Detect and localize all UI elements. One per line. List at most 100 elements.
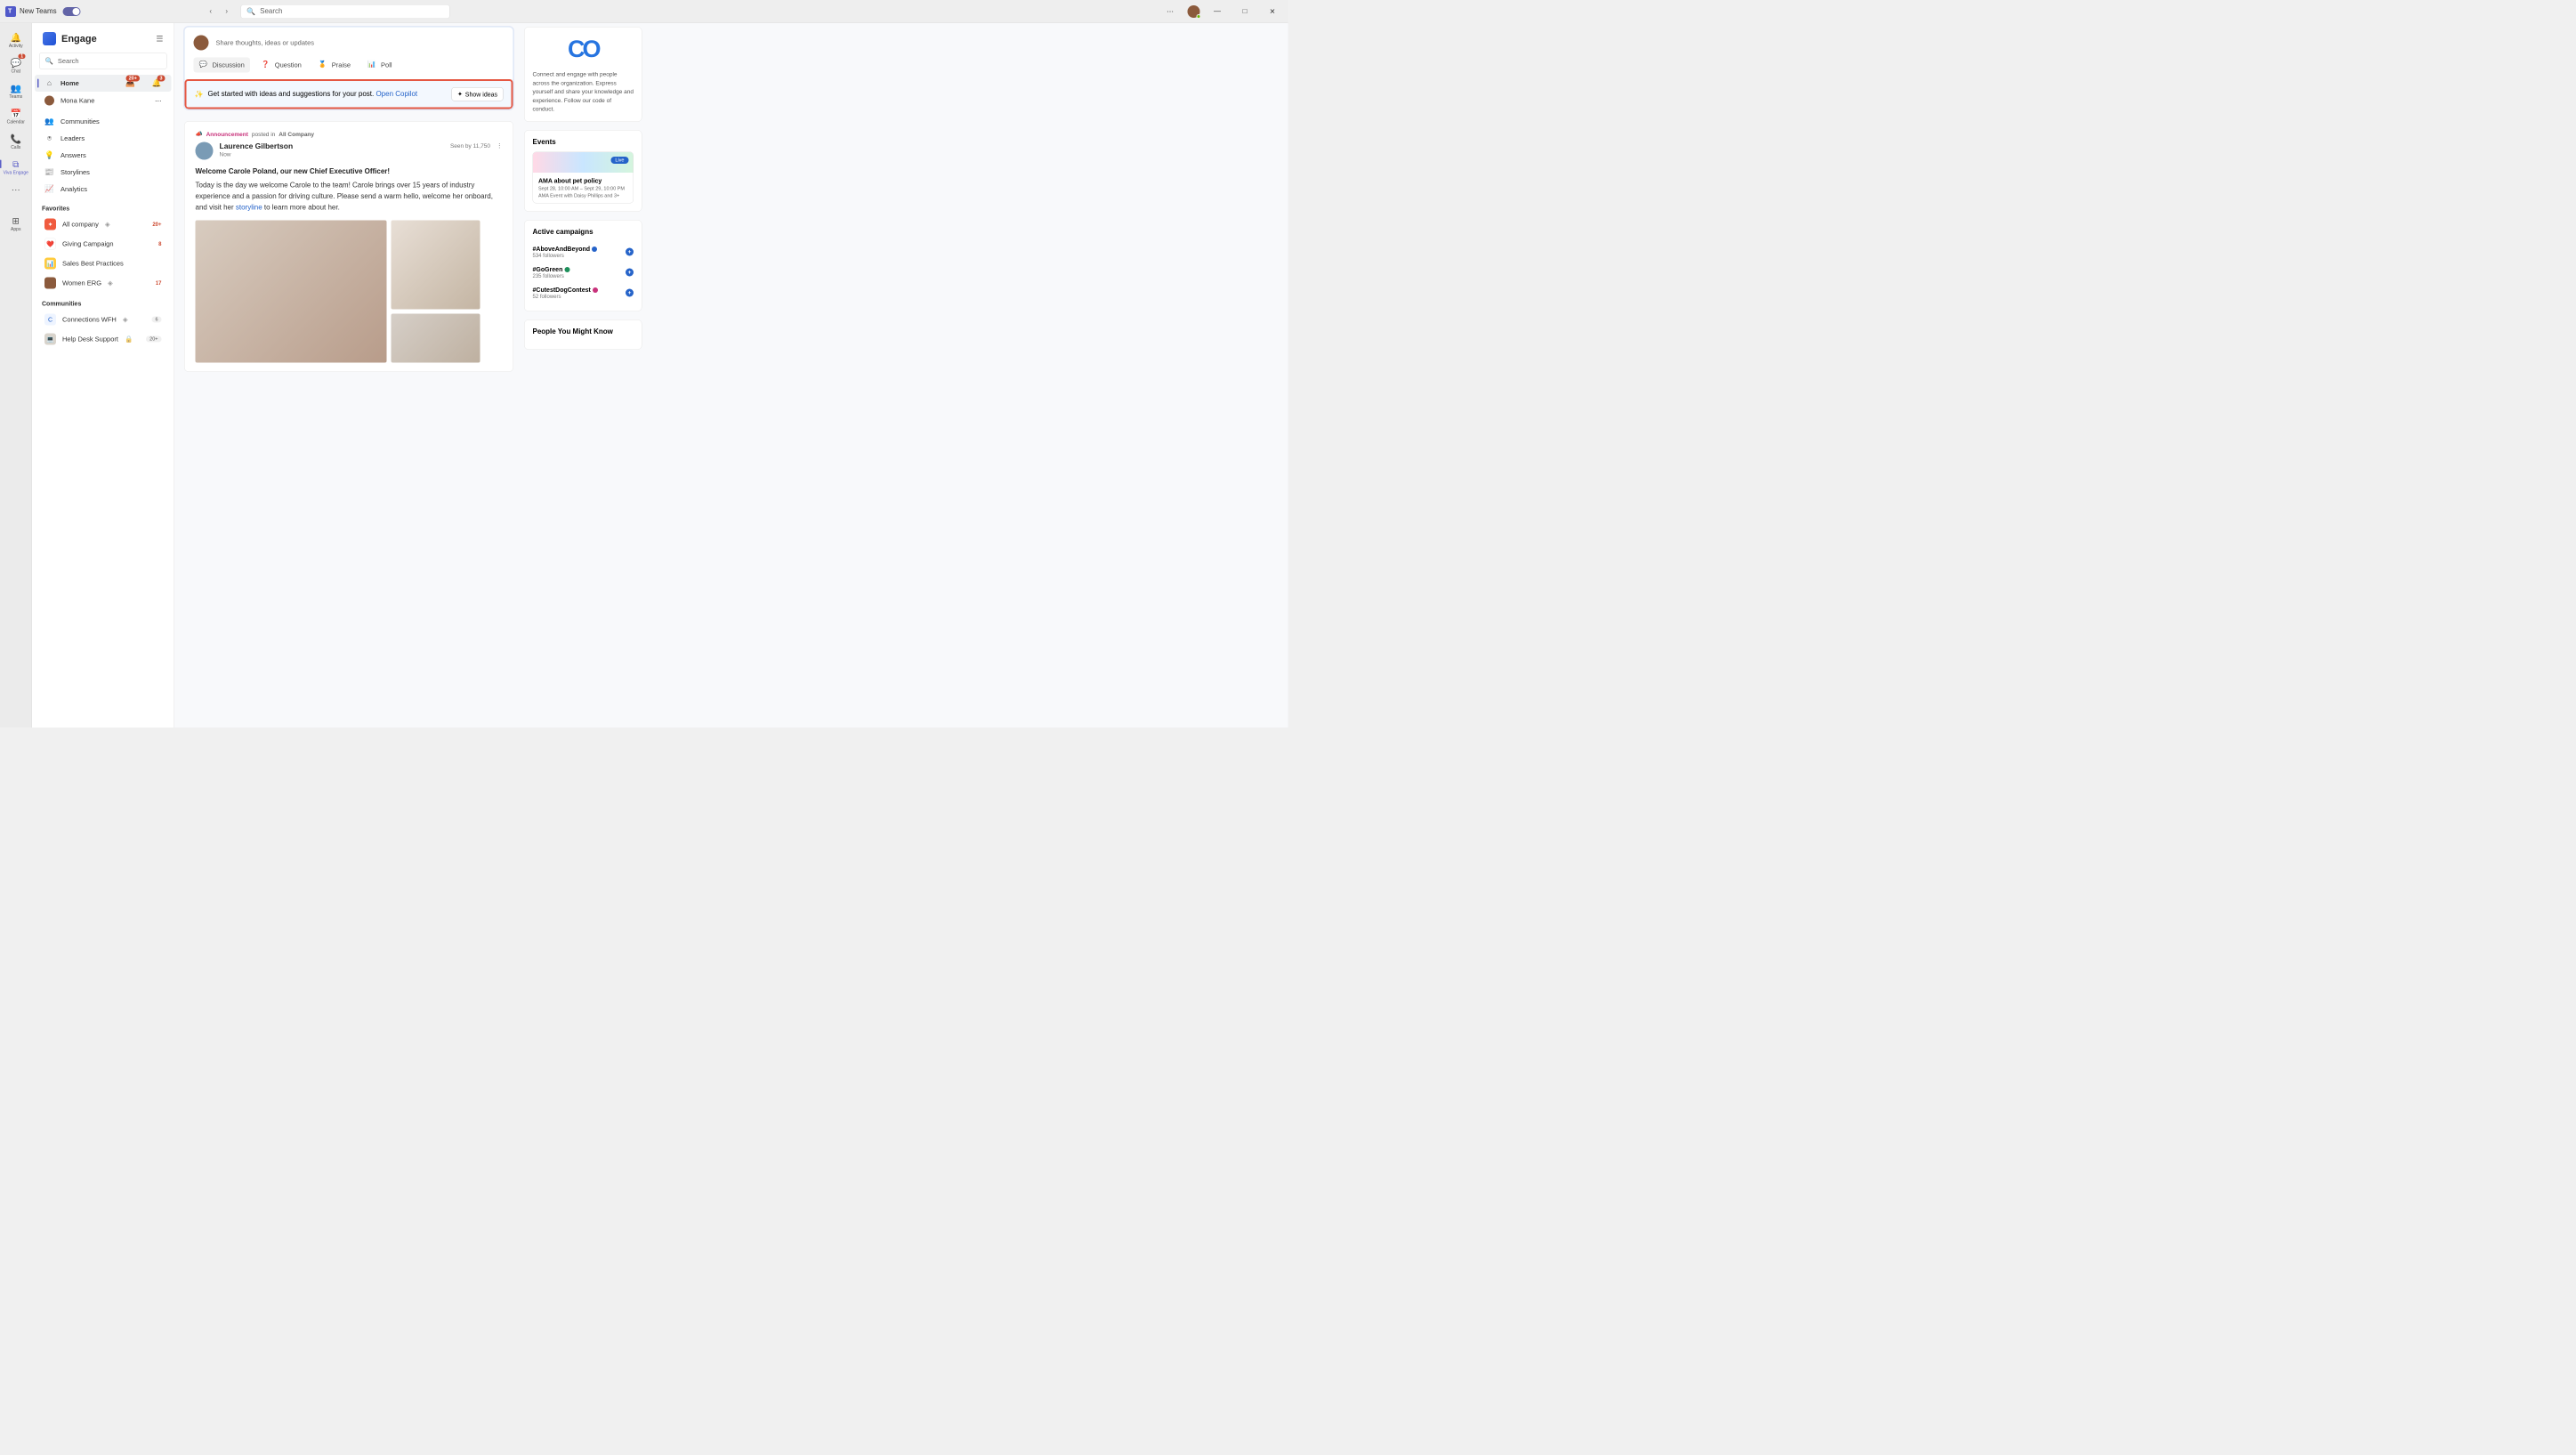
chat-badge: 1 [19,54,26,60]
nav-storylines[interactable]: 📰Storylines [35,164,172,181]
people-card: People You Might Know [524,319,642,350]
engage-search-input[interactable]: 🔍 Search [39,53,167,69]
storyline-link[interactable]: storyline [236,204,262,212]
comm-connections-wfh[interactable]: CConnections WFH ◈6 [35,310,172,329]
chat-icon: 💬 [0,58,32,69]
events-card: Events Live AMA about pet policy Sept 28… [524,130,642,212]
tab-discussion[interactable]: 💬Discussion [194,58,250,73]
search-placeholder: Search [260,7,282,15]
compose-card: Share thoughts, ideas or updates 💬Discus… [184,27,513,109]
nav-profile[interactable]: Mona Kane ⋯ [35,92,172,109]
avatar-icon [44,96,54,106]
campaigns-card: Active campaigns #AboveAndBeyond534 foll… [524,220,642,311]
community-square-icon: ✦ [44,219,56,230]
follow-button[interactable]: + [626,288,634,296]
verified-icon: ◈ [108,279,113,287]
tab-question[interactable]: ❓Question [256,58,307,73]
rail-teams[interactable]: 👥Teams [0,79,32,103]
right-rail: CO Connect and engage with people across… [524,27,642,724]
nav-history: ‹ › [204,4,234,19]
more-icon[interactable]: ⋯ [155,97,162,105]
comm-help-desk[interactable]: 💻Help Desk Support 🔒20+ [35,329,172,349]
rail-calendar[interactable]: 📅Calendar [0,105,32,129]
post-image[interactable] [392,314,480,363]
campaign-item[interactable]: #CutestDogContest52 followers + [533,282,634,303]
nav-communities[interactable]: 👥Communities [35,113,172,130]
post-image[interactable] [392,221,480,310]
fav-giving[interactable]: ❤️Giving Campaign8 [35,234,172,254]
rail-more[interactable]: ⋯ [0,181,32,199]
title-bar: New Teams ‹ › 🔍 Search ⋯ ― □ ✕ [0,0,1288,23]
event-item[interactable]: Live AMA about pet policy Sept 28, 10:00… [533,151,634,203]
teams-logo-icon [5,6,16,17]
forward-button[interactable]: › [220,4,234,19]
tab-praise[interactable]: 🏅Praise [313,58,356,73]
feed-column: Share thoughts, ideas or updates 💬Discus… [184,27,513,724]
people-header: People You Might Know [533,327,634,335]
post-body: Today is the day we welcome Carole to th… [196,181,503,214]
nav-analytics[interactable]: 📈Analytics [35,181,172,198]
feed-post: 📣 Announcement posted in All Company Lau… [184,121,513,372]
post-community-link[interactable]: All Company [279,131,314,138]
nav-answers[interactable]: 💡Answers [35,147,172,164]
back-button[interactable]: ‹ [204,4,218,19]
event-date: Sept 28, 10:00 AM – Sept 29, 10:00 PM [538,186,628,191]
people-icon: 👥 [0,83,32,94]
discussion-icon: 💬 [199,61,209,70]
phone-icon: 📞 [0,133,32,145]
copilot-text: Get started with ideas and suggestions f… [207,90,417,98]
rail-calls[interactable]: 📞Calls [0,130,32,154]
community-square-icon: 💻 [44,334,56,345]
avatar-square-icon [44,278,56,289]
bell-icon[interactable]: 🔔3 [152,79,162,88]
close-button[interactable]: ✕ [1263,4,1283,19]
fav-sales[interactable]: 📊Sales Best Practices [35,254,172,273]
global-search-input[interactable]: 🔍 Search [241,4,450,19]
follow-button[interactable]: + [626,268,634,276]
author-avatar[interactable] [196,142,214,160]
post-image[interactable] [196,221,387,363]
seen-by-label[interactable]: Seen by 11,750 [450,142,490,150]
question-icon: ❓ [262,61,271,70]
post-more-button[interactable]: ⋮ [497,142,503,150]
fav-women-erg[interactable]: Women ERG ◈17 [35,273,172,293]
follow-button[interactable]: + [626,247,634,255]
compose-tabs: 💬Discussion ❓Question 🏅Praise 📊Poll [185,55,513,81]
apps-icon: ⊞ [0,215,32,227]
sidebar-menu-button[interactable]: ☰ [156,34,163,44]
maximize-button[interactable]: □ [1235,4,1256,19]
engage-logo-icon [43,32,56,45]
sparkle-icon: ✦ [457,91,463,99]
more-options-button[interactable]: ⋯ [1160,4,1181,19]
praise-icon: 🏅 [319,61,328,70]
copilot-icon: ✨ [195,90,204,99]
campaign-item[interactable]: #GoGreen235 followers + [533,262,634,282]
rail-viva-engage[interactable]: ⧉Viva Engage [0,156,32,180]
storyline-icon: 📰 [44,168,54,177]
rail-chat[interactable]: 1💬Chat [0,54,32,78]
brand-card: CO Connect and engage with people across… [524,27,642,122]
rail-apps[interactable]: ⊞Apps [0,212,32,236]
new-teams-toggle[interactable] [63,7,81,16]
campaign-item[interactable]: #AboveAndBeyond534 followers + [533,241,634,262]
nav-leaders[interactable]: ⍟Leaders [35,130,172,147]
user-avatar[interactable] [1188,5,1200,18]
fav-all-company[interactable]: ✦All company ◈20+ [35,214,172,234]
engage-icon: ⧉ [0,159,32,171]
post-author-link[interactable]: Laurence Gilbertson [220,142,294,151]
tab-poll[interactable]: 📊Poll [362,58,398,73]
poll-icon: 📊 [367,61,377,70]
bell-icon: 🔔 [0,32,32,44]
nav-home[interactable]: ⌂ Home 📥20+ 🔔3 [35,75,172,92]
rail-activity[interactable]: 🔔Activity [0,28,32,53]
main-content: Share thoughts, ideas or updates 💬Discus… [174,23,1288,728]
copilot-banner: ✨ Get started with ideas and suggestions… [185,79,513,109]
favorites-header: Favorites [32,198,174,214]
compose-input[interactable]: Share thoughts, ideas or updates [216,39,315,47]
show-ideas-button[interactable]: ✦Show ideas [451,87,503,101]
inbox-icon[interactable]: 📥20+ [125,79,135,88]
event-title: AMA about pet policy [538,177,628,184]
minimize-button[interactable]: ― [1207,4,1228,19]
post-title: Welcome Carole Poland, our new Chief Exe… [196,168,503,176]
open-copilot-link[interactable]: Open Copilot [375,90,417,98]
